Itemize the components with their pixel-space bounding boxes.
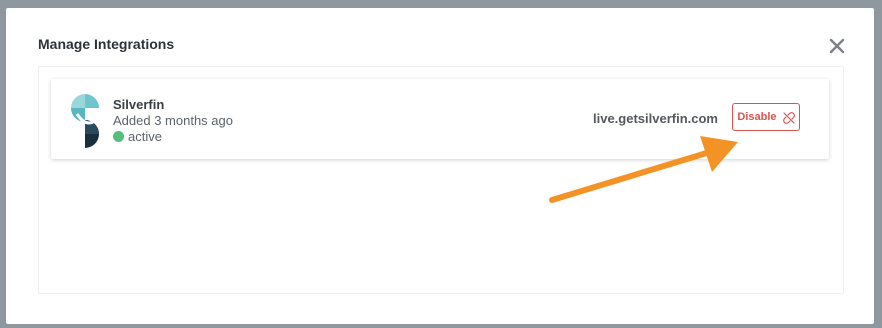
integration-added-date: Added 3 months ago [113, 113, 233, 128]
status-label: active [128, 129, 162, 144]
integrations-panel: Silverfin Added 3 months ago active live… [38, 66, 844, 294]
integration-domain: live.getsilverfin.com [593, 111, 718, 126]
silverfin-logo-icon [67, 92, 103, 148]
disable-button[interactable]: Disable [732, 103, 800, 131]
status-dot-icon [113, 131, 124, 142]
manage-integrations-modal: Manage Integrations Silverfin Added 3 mo… [6, 8, 874, 324]
close-icon[interactable] [826, 35, 848, 57]
modal-title: Manage Integrations [38, 36, 175, 52]
integration-status: active [113, 129, 162, 144]
disable-button-label: Disable [737, 111, 777, 123]
integration-name: Silverfin [113, 97, 165, 112]
unlink-icon [782, 111, 795, 124]
integration-card: Silverfin Added 3 months ago active live… [51, 79, 829, 159]
